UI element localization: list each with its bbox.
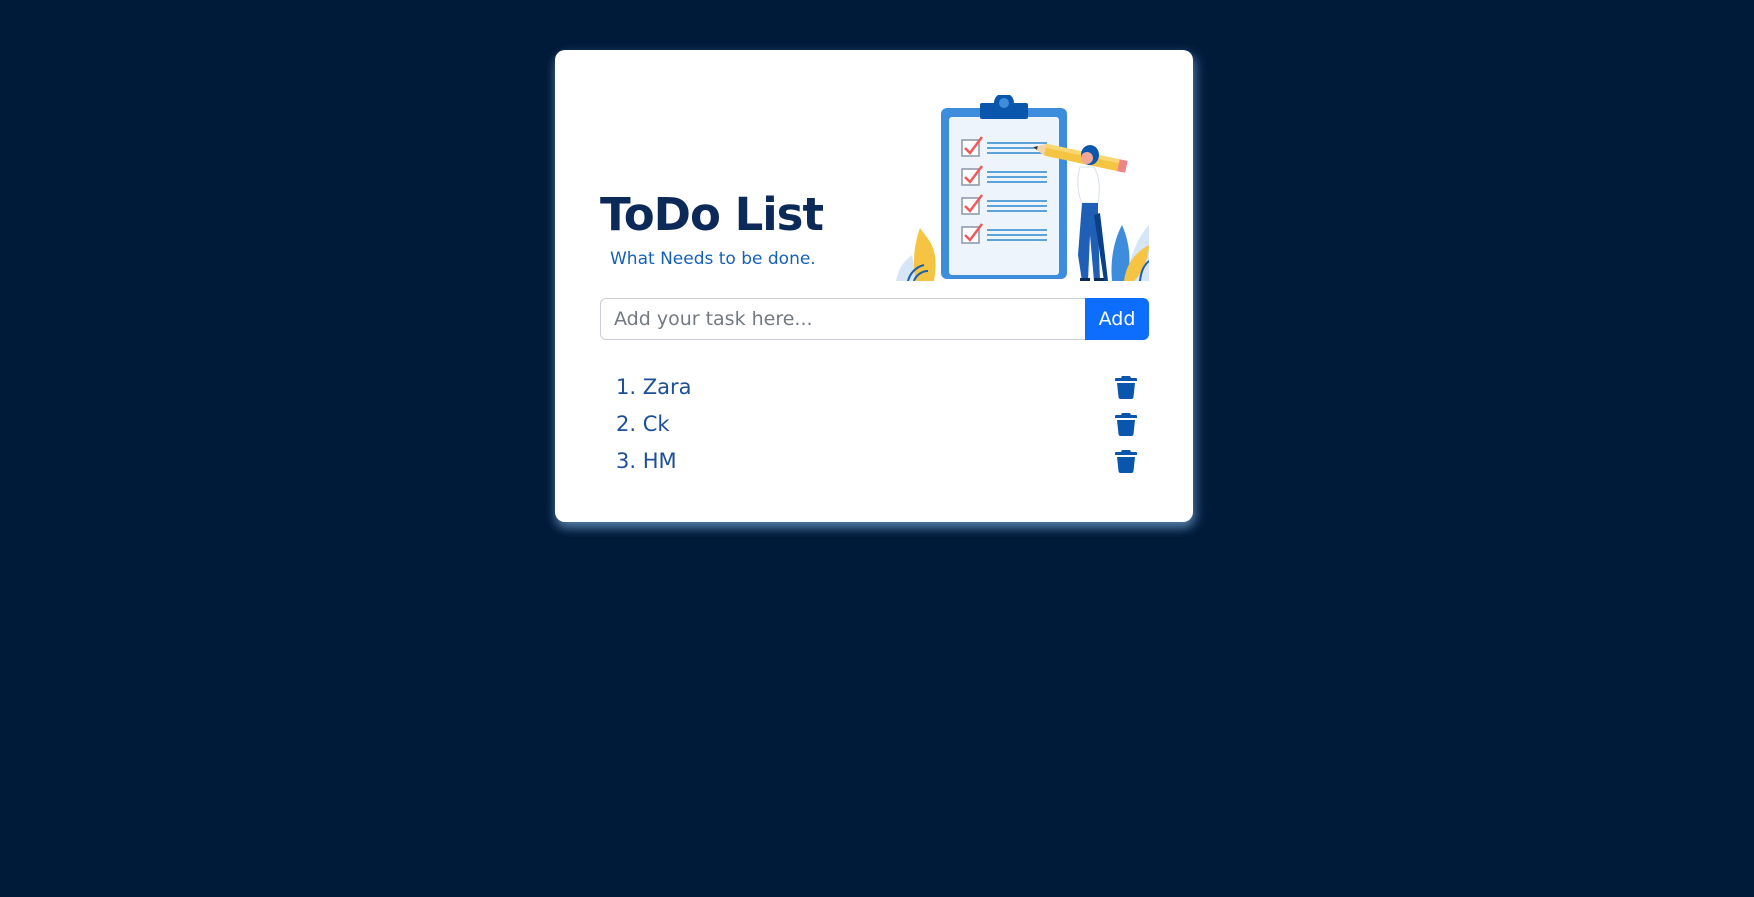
- delete-task-button[interactable]: [1113, 374, 1139, 400]
- page-title: ToDo List: [600, 188, 824, 241]
- trash-icon: [1115, 412, 1137, 436]
- header: ToDo List What Needs to be done.: [600, 95, 1149, 281]
- add-button[interactable]: Add: [1085, 298, 1149, 340]
- list-item: 1. Zara: [600, 368, 1149, 405]
- delete-task-button[interactable]: [1113, 411, 1139, 437]
- clipboard-checklist-illustration: [896, 95, 1149, 281]
- task-label: 2. Ck: [616, 411, 670, 436]
- todo-card: ToDo List What Needs to be done. Add you…: [555, 50, 1193, 522]
- task-label: 1. Zara: [616, 374, 692, 399]
- task-input[interactable]: [600, 298, 1085, 340]
- trash-icon: [1115, 449, 1137, 473]
- add-task-row: Add: [600, 298, 1149, 340]
- task-list: 1. Zara 2. Ck 3. HM: [600, 368, 1149, 479]
- page-subtitle: What Needs to be done.: [610, 249, 816, 269]
- task-label: 3. HM: [616, 448, 677, 473]
- list-item: 2. Ck: [600, 405, 1149, 442]
- delete-task-button[interactable]: [1113, 448, 1139, 474]
- list-item: 3. HM: [600, 442, 1149, 479]
- trash-icon: [1115, 375, 1137, 399]
